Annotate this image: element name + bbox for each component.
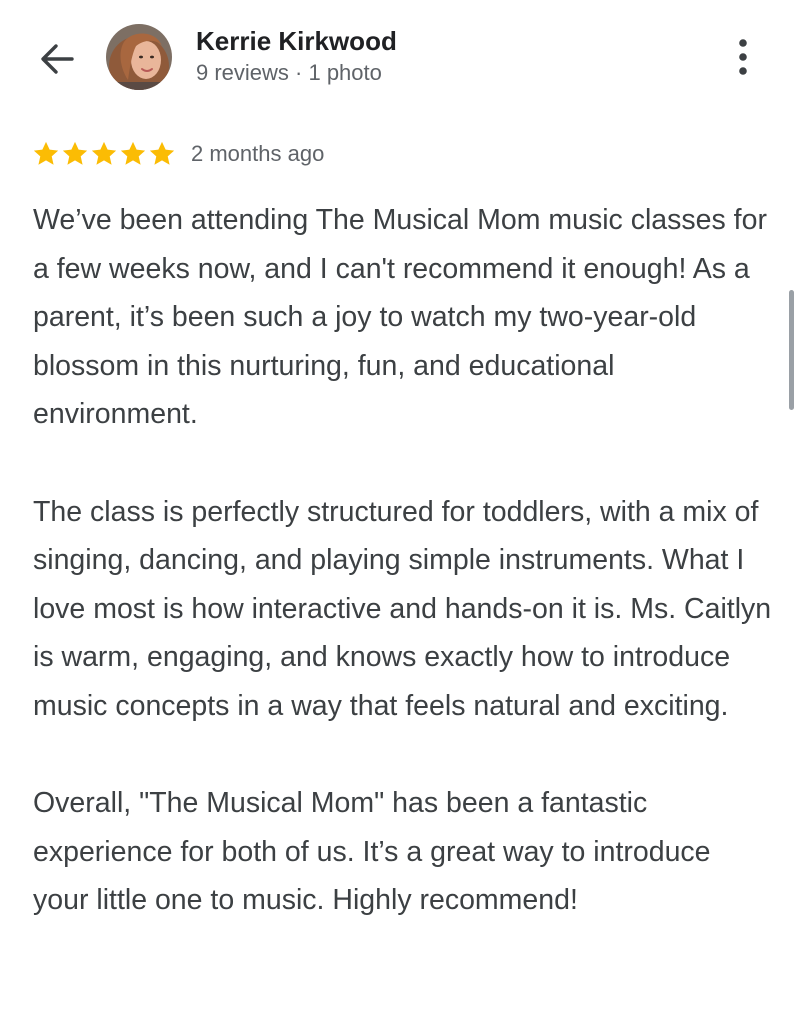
review-paragraph: The class is perfectly structured for to… bbox=[33, 495, 772, 722]
avatar[interactable] bbox=[106, 24, 172, 90]
star-icon bbox=[91, 141, 117, 165]
more-options-button[interactable] bbox=[728, 36, 758, 80]
review-text: We’ve been attending The Musical Mom mus… bbox=[33, 196, 773, 974]
star-icon bbox=[33, 141, 59, 165]
rating-row: 2 months ago bbox=[32, 136, 324, 172]
review-paragraph: We’ve been attending The Musical Mom mus… bbox=[33, 204, 767, 431]
star-icon bbox=[62, 141, 88, 165]
star-icon bbox=[149, 141, 175, 165]
scrollbar-thumb[interactable] bbox=[789, 290, 794, 410]
reviewer-meta: 9 reviews · 1 photo bbox=[196, 60, 382, 85]
star-rating bbox=[32, 140, 177, 168]
star-icon bbox=[120, 141, 146, 165]
review-header: Kerrie Kirkwood 9 reviews · 1 photo bbox=[0, 0, 800, 115]
more-vertical-icon bbox=[739, 39, 747, 75]
back-button[interactable] bbox=[34, 36, 80, 82]
arrow-left-icon bbox=[41, 44, 74, 74]
review-date: 2 months ago bbox=[191, 141, 325, 166]
review-paragraph: Overall, "The Musical Mom" has been a fa… bbox=[33, 787, 711, 917]
reviewer-name[interactable]: Kerrie Kirkwood bbox=[196, 26, 397, 57]
